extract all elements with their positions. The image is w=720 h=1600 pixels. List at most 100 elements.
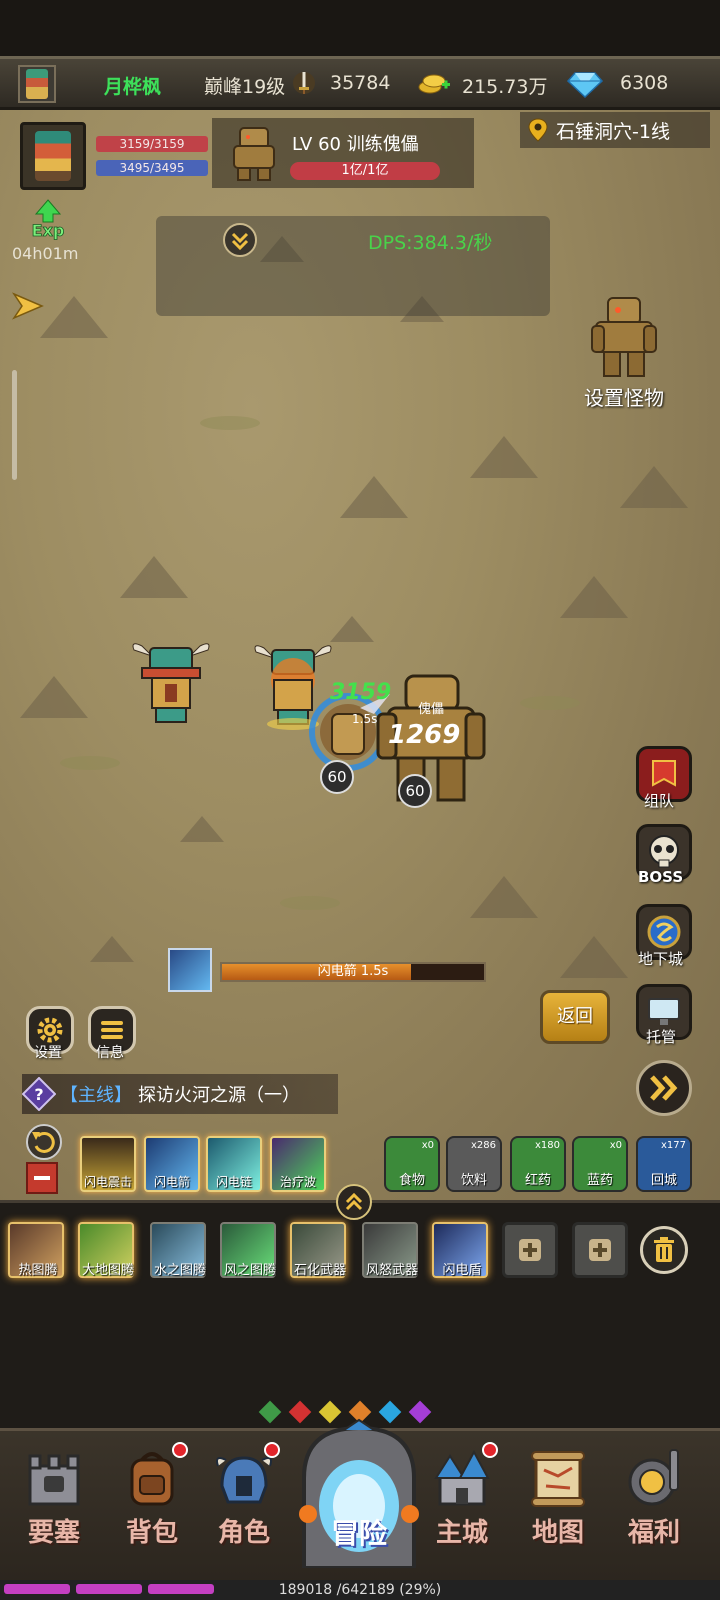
nav-map[interactable]: 地图 [516,1440,600,1550]
empty-totem-slot[interactable] [502,1222,558,1278]
nav-backpack[interactable]: 背包 [110,1440,194,1550]
location-pin-icon [528,118,548,142]
expand-up-button[interactable] [336,1184,372,1220]
nav-benefits[interactable]: 福利 [612,1440,696,1550]
nav-fortress[interactable]: 要塞 [12,1440,96,1550]
heal-number: 3159 [330,680,392,705]
portal-icon [647,915,681,949]
monster-hp-bar: 1亿/1亿 [290,162,440,180]
item-slot[interactable]: x180 红药 [510,1136,566,1192]
expand-chevron-icon[interactable] [222,222,258,258]
target-monster-panel[interactable]: LV 60 训练傀儡 1亿/1亿 [212,118,474,188]
totem-label: 水之图腾 [153,1263,206,1278]
skill-slot[interactable]: 闪电箭 [144,1136,200,1192]
totem-label: 大地图腾 [81,1263,134,1278]
item-count: x180 [534,1140,560,1151]
totem-label: 石化武器 [293,1263,346,1278]
hero-level-badge: 60 [320,760,354,794]
fast-forward-icon [650,1075,678,1101]
skill-cooldown-label: 1.5s [352,712,378,726]
rock-decoration [620,466,688,508]
collapse-arrow-icon[interactable] [10,290,46,322]
return-button[interactable]: 返回 [540,990,610,1044]
totem-slot[interactable]: 水之图腾 [150,1222,206,1278]
resource-bar: 月桦枫 巅峰19级 35784 215.73万 6308 [0,56,720,110]
diamond-icon[interactable] [567,69,603,99]
item-label: 饮料 [460,1173,487,1188]
player-avatar-small[interactable] [18,65,56,103]
lightning-bolt-skill-icon [168,948,212,992]
gold-amount: 215.73万 [462,76,548,98]
grass-decoration [200,416,260,430]
item-count: x0 [609,1140,622,1151]
rock-decoration [560,576,628,618]
dps-panel: DPS:384.3/秒 [156,216,550,316]
location-display[interactable]: 石锤洞穴-1线 [520,112,710,148]
nav-character[interactable]: 角色 [202,1440,286,1550]
skull-icon [649,835,679,868]
gear-icon [37,1017,63,1043]
set-monster-button[interactable]: 设置怪物 [584,382,664,411]
combat-power: 35784 [330,72,391,94]
peak-level: 巅峰19级 [204,76,286,98]
remove-button[interactable] [26,1162,58,1194]
fast-forward-button[interactable] [636,1060,692,1116]
item-count: x286 [470,1140,496,1151]
plus-icon [519,1239,541,1261]
main-quest-tracker[interactable]: ? 【主线】 探访火河之源（一） [22,1074,338,1114]
gold-coins-icon[interactable] [418,71,452,95]
totem-slot[interactable]: 石化武器 [290,1222,346,1278]
totem-slot[interactable]: 闪电盾 [432,1222,488,1278]
nav-label: 福利 [627,1518,680,1548]
notification-badge [172,1442,188,1458]
skill-slot[interactable]: 闪电链 [206,1136,262,1192]
totem-slot[interactable]: 风怒武器 [362,1222,418,1278]
item-slot[interactable]: x0 食物 [384,1136,440,1192]
svg-text:?: ? [34,1085,43,1104]
item-slot[interactable]: x177 回城 [636,1136,692,1192]
nav-label: 要塞 [27,1518,80,1548]
cast-label: 闪电箭 1.5s [317,964,389,979]
empty-totem-slot[interactable] [572,1222,628,1278]
trash-button[interactable] [640,1226,688,1274]
grass-decoration [60,756,120,770]
rock-decoration [470,436,538,478]
golem-name-label: 傀儡 [418,702,445,717]
item-count: x177 [660,1140,686,1151]
totem-slot[interactable]: 大地图腾 [78,1222,134,1278]
sword-icon [293,72,315,94]
location-name: 石锤洞穴-1线 [556,120,670,143]
nav-label: 主城 [435,1518,488,1548]
golem-icon[interactable] [588,292,660,380]
exp-timer: 04h01m [12,244,79,263]
player-hp-bar: 3159/3159 [96,136,208,152]
totem-slot[interactable]: 热图腾 [8,1222,64,1278]
player-portrait[interactable] [20,122,86,190]
item-count: x0 [421,1140,434,1151]
cast-progress-bar: 闪电箭 1.5s [220,962,486,982]
dungeon-label: 地下城 [638,950,684,968]
grass-decoration [280,896,340,910]
item-slot[interactable]: x286 饮料 [446,1136,502,1192]
totem-label: 热图腾 [18,1263,58,1278]
damage-number: 1269 [388,720,461,750]
side-scrollbar[interactable] [12,370,17,480]
totem-unit[interactable] [128,638,214,728]
undo-icon[interactable] [26,1124,62,1160]
notification-badge [264,1442,280,1458]
rock-decoration [180,816,224,842]
player-mp-bar: 3495/3495 [96,160,208,176]
minus-icon [34,1176,50,1180]
nav-adventure-label[interactable]: 冒险 [294,1512,424,1552]
castle-lock-icon [28,1454,80,1506]
rock-decoration [120,556,188,598]
skill-slot[interactable]: 闪电震击 [80,1136,136,1192]
golem-level-badge: 60 [398,774,432,808]
nav-label: 角色 [217,1518,270,1548]
exp-boost-icon[interactable]: Exp [26,198,70,240]
nav-main-city[interactable]: 主城 [420,1440,504,1550]
item-slot[interactable]: x0 蓝药 [572,1136,628,1192]
skill-slot[interactable]: 治疗波 [270,1136,326,1192]
golem-portrait-icon [233,127,275,181]
totem-slot[interactable]: 风之图腾 [220,1222,276,1278]
